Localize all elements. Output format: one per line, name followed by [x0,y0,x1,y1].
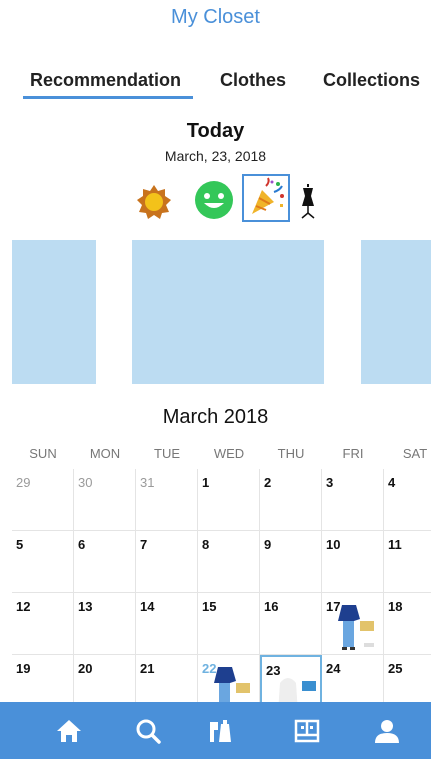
calendar-day[interactable]: 15 [198,593,260,655]
day-number: 6 [78,537,86,552]
calendar-month-label: March 2018 [162,406,269,428]
weekday-label: TUE [154,446,180,461]
calendar-weekday-header: SUN MON TUE WED THU FRI SAT [12,446,431,468]
outfit-thumbnail [338,605,374,650]
calendar-day[interactable]: 2 [260,469,322,531]
calendar-day[interactable]: 9 [260,531,322,593]
tab-clothes[interactable]: Clothes [220,70,286,91]
day-number: 20 [78,661,93,676]
calendar-day[interactable]: 13 [74,593,136,655]
day-number: 13 [78,599,93,614]
weekday-label: WED [213,446,245,461]
calendar-day[interactable]: 29 [12,469,74,531]
calendar-day[interactable]: 6 [74,531,136,593]
calendar-day[interactable]: 17 [322,593,384,655]
day-number: 25 [388,661,403,676]
day-number: 24 [326,661,341,676]
day-number: 30 [78,475,93,490]
outfit-card[interactable] [361,240,431,384]
day-number: 3 [326,475,334,490]
calendar-day[interactable]: 1 [198,469,260,531]
day-number: 10 [326,537,341,552]
party-popper-icon[interactable] [242,174,290,222]
app-title: My Closet [171,6,260,28]
day-number: 4 [388,475,396,490]
occasion-selector [0,174,431,226]
day-number: 11 [388,537,402,552]
calendar-day[interactable]: 30 [74,469,136,531]
calendar-day[interactable]: 18 [384,593,431,655]
weekday-label: MON [89,446,121,461]
day-number: 9 [264,537,272,552]
day-number: 31 [140,475,155,490]
day-number: 17 [326,599,341,614]
sun-icon[interactable] [136,184,172,220]
outfit-card[interactable] [12,240,96,384]
home-icon[interactable] [54,716,84,746]
calendar-day[interactable]: 12 [12,593,74,655]
day-number: 16 [264,599,279,614]
weekday-label: SUN [29,446,57,461]
tab-recommendation[interactable]: Recommendation [30,70,181,91]
today-date: March, 23, 2018 [164,148,267,164]
calendar-day[interactable]: 4 [384,469,431,531]
calendar-day[interactable]: 11 [384,531,431,593]
day-number: 14 [140,599,155,614]
weekday-label: FRI [342,446,364,461]
wardrobe-icon[interactable] [205,716,235,746]
bottom-nav-bar [0,702,431,759]
search-icon[interactable] [133,716,163,746]
calendar-day[interactable]: 7 [136,531,198,593]
day-number: 18 [388,599,403,614]
day-number: 19 [16,661,31,676]
day-number: 7 [140,537,148,552]
dress-form-icon[interactable] [298,184,318,220]
calendar-day[interactable]: 8 [198,531,260,593]
day-number: 8 [202,537,210,552]
tab-bar: Recommendation Clothes Collections [0,70,431,100]
weekday-label: THU [277,446,305,461]
active-tab-indicator [23,96,193,99]
calendar-day[interactable]: 10 [322,531,384,593]
day-number: 5 [16,537,24,552]
day-number: 23 [266,663,281,678]
day-number: 22 [202,661,217,676]
tab-collections[interactable]: Collections [323,70,420,91]
smiley-icon[interactable] [193,179,235,221]
day-number: 12 [16,599,31,614]
calendar-day[interactable]: 3 [322,469,384,531]
calendar-day[interactable]: 16 [260,593,322,655]
day-number: 21 [140,661,155,676]
outfit-card[interactable] [132,240,324,384]
day-number: 2 [264,475,272,490]
today-heading: Today [186,120,245,142]
day-number: 1 [202,475,210,490]
calendar-day[interactable]: 14 [136,593,198,655]
profile-icon[interactable] [372,716,402,746]
calendar-day[interactable]: 31 [136,469,198,531]
day-number: 15 [202,599,217,614]
calendar-day[interactable]: 5 [12,531,74,593]
photo-board-icon[interactable] [292,716,322,746]
weekday-label: SAT [402,446,428,461]
day-number: 29 [16,475,31,490]
